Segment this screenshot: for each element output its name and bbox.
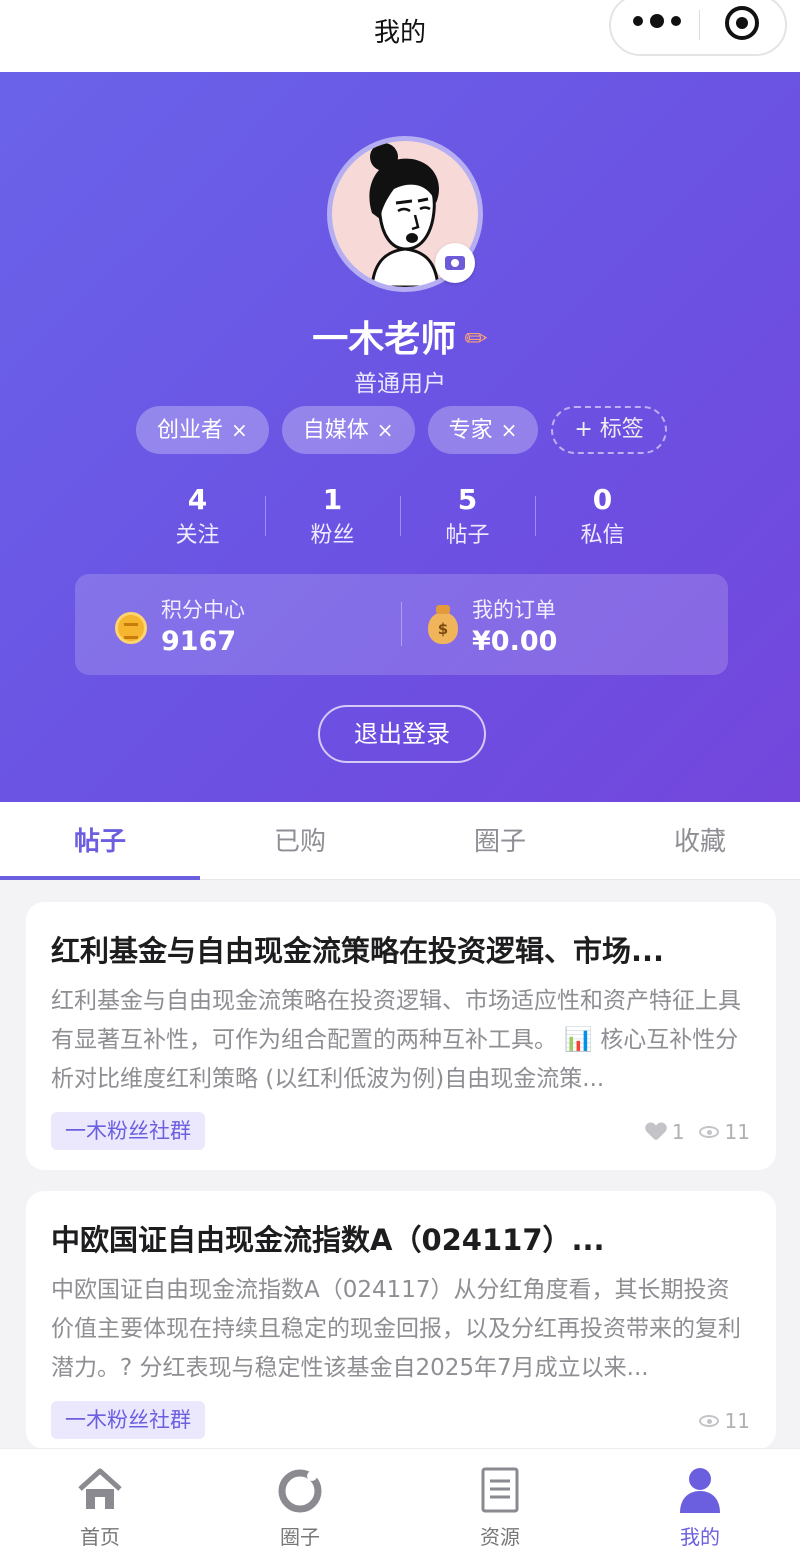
tabbar-label: 首页 [80,1525,120,1549]
stat-label: 私信 [580,523,625,548]
tab-favorites[interactable]: 收藏 [600,802,800,879]
post-meta: 1 11 [646,1120,750,1144]
tab-circles[interactable]: 圈子 [400,802,600,879]
tag-chip[interactable]: 专家 × [427,406,539,454]
tag-list: 创业者 × 自媒体 × 专家 × + 标签 [136,406,667,454]
home-icon [78,1468,122,1509]
view-count: 11 [698,1120,750,1144]
stat-following[interactable]: 4 关注 [130,482,265,554]
profile-header: 一木老师 ✏ 普通用户 创业者 × 自媒体 × 专家 × + 标签 4 关注 1 粉丝 5 帖… [0,72,800,802]
top-nav-bar: 我的 [0,0,800,72]
wallet-card: 积分中心 9167 $ 我的订单 ¥0.00 [75,574,728,675]
stat-messages[interactable]: 0 私信 [535,482,670,554]
card-divider [401,602,402,646]
points-center-button[interactable]: 积分中心 9167 [75,574,401,675]
post-excerpt: 中欧国证自由现金流指数A（024117）从分红角度看，其长期投资价值主要体现在持… [51,1277,741,1381]
tabbar-mine[interactable]: 我的 [600,1449,800,1567]
post-title[interactable]: 红利基金与自由现金流策略在投资逻辑、市场... [51,928,711,970]
tag-chip[interactable]: 自媒体 × [281,406,415,454]
close-miniprogram-icon[interactable] [725,6,759,40]
more-icon[interactable] [633,14,681,28]
document-icon [481,1467,519,1513]
tabbar-label: 资源 [480,1525,520,1549]
miniprogram-capsule [609,0,787,56]
capsule-divider [699,10,700,40]
eye-icon [698,1126,719,1138]
tab-posts[interactable]: 帖子 [0,802,200,880]
tag-label: 自媒体 [302,418,369,443]
post-card[interactable]: 中欧国证自由现金流指数A（024117）... 中欧国证自由现金流指数A（024… [26,1191,776,1449]
orders-label[interactable]: 我的订单 [472,594,556,624]
orders-value[interactable]: ¥0.00 [472,626,557,657]
stat-value: 0 [592,483,613,516]
community-chip[interactable]: 一木粉丝社群 [51,1401,205,1439]
heart-icon [646,1123,666,1141]
tag-chip[interactable]: 创业者 × [136,406,269,454]
post-card[interactable]: 红利基金与自由现金流策略在投资逻辑、市场... 红利基金与自由现金流策略在投资逻… [26,902,776,1170]
view-count-value: 11 [724,1120,750,1144]
stats-row: 4 关注 1 粉丝 5 帖子 0 私信 [130,482,670,554]
stat-label: 帖子 [445,523,490,548]
user-role: 普通用户 [354,371,446,397]
logout-button[interactable]: 退出登录 [318,705,486,763]
tabbar-resources[interactable]: 资源 [400,1449,600,1567]
post-excerpt: 红利基金与自由现金流策略在投资逻辑、市场适应性和资产特征上具有显著互补性，可作为… [51,988,741,1092]
points-label: 积分中心 [161,598,245,622]
stat-value: 1 [322,483,343,516]
stat-followers[interactable]: 1 粉丝 [265,482,400,554]
remove-tag-icon[interactable]: × [231,418,248,442]
add-tag-button[interactable]: + 标签 [551,406,667,454]
tag-label: 专家 [448,418,493,443]
post-title[interactable]: 中欧国证自由现金流指数A（024117）... [51,1217,711,1259]
money-bag-icon: $ [428,605,458,644]
stat-label: 关注 [175,523,220,548]
like-count[interactable]: 1 [646,1120,685,1144]
points-value: 9167 [161,626,237,657]
user-name: 一木老师 [312,319,457,360]
tab-purchased[interactable]: 已购 [200,802,400,879]
content-tabs: 帖子 已购 圈子 收藏 [0,802,800,880]
stat-posts[interactable]: 5 帖子 [400,482,535,554]
circle-icon [278,1469,322,1513]
tabbar-label: 圈子 [280,1525,320,1549]
coin-icon [115,612,147,644]
view-count: 11 [698,1409,750,1433]
camera-icon[interactable] [435,243,475,283]
user-icon [680,1468,720,1513]
edit-name-icon[interactable]: ✏ [464,322,487,355]
tabbar-label: 我的 [680,1525,720,1549]
post-meta: 11 [698,1409,750,1433]
tabbar-home[interactable]: 首页 [0,1449,200,1567]
eye-icon [698,1415,719,1427]
like-count-value: 1 [671,1120,685,1144]
stat-value: 4 [187,483,208,516]
stat-value: 5 [457,483,478,516]
view-count-value: 11 [724,1409,750,1433]
stat-label: 粉丝 [310,523,355,548]
tag-label: 创业者 [157,418,224,443]
remove-tag-icon[interactable]: × [377,418,394,442]
tabbar-circles[interactable]: 圈子 [200,1449,400,1567]
remove-tag-icon[interactable]: × [501,418,518,442]
community-chip[interactable]: 一木粉丝社群 [51,1112,205,1150]
user-name-row: 一木老师 ✏ [0,310,800,362]
bottom-tab-bar: 首页 圈子 资源 我的 [0,1448,800,1567]
